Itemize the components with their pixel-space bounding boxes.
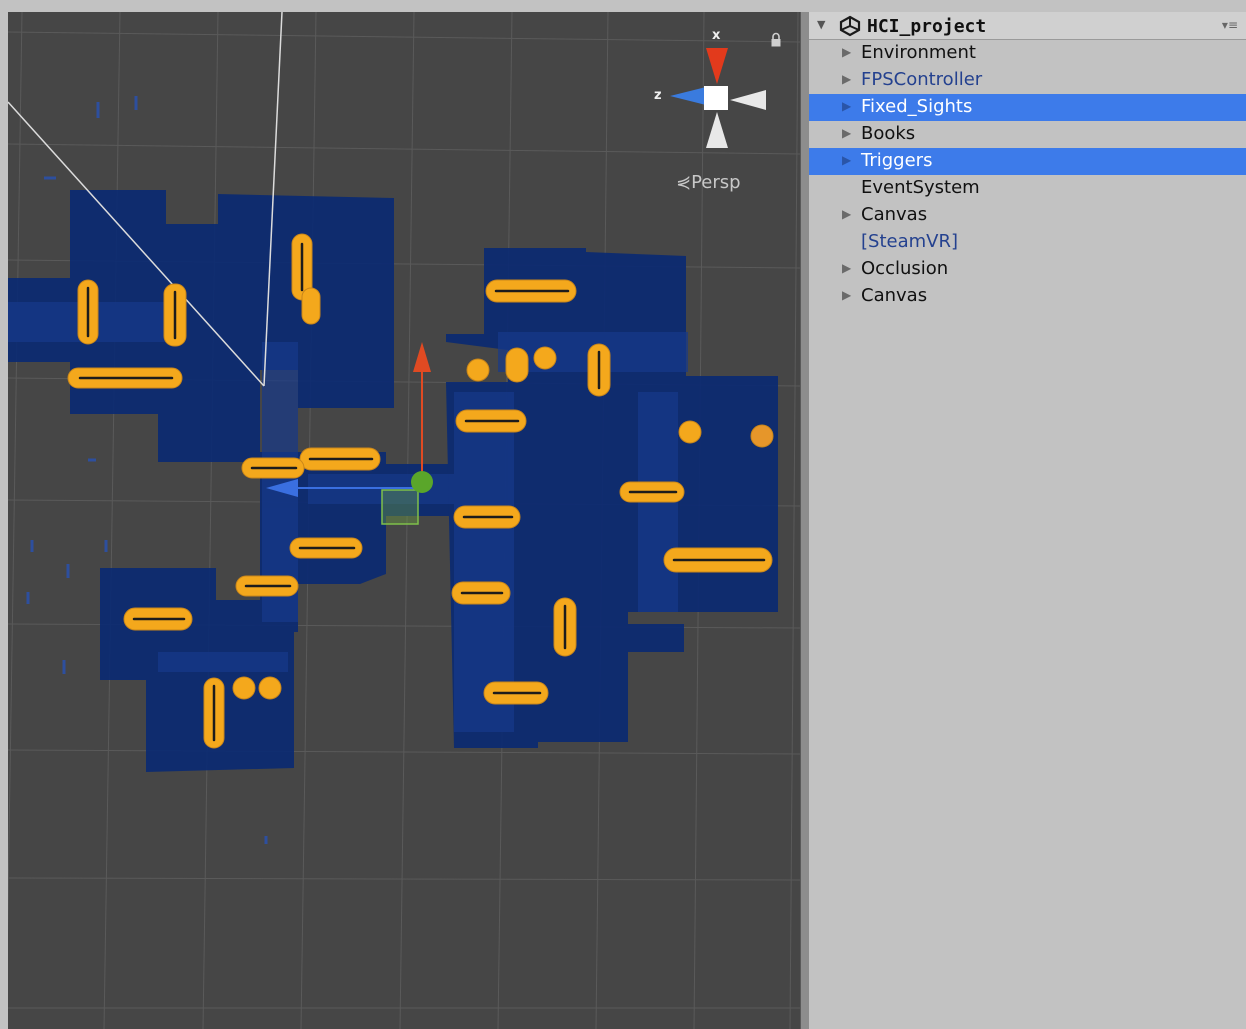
unity-scene-icon <box>839 15 861 37</box>
hierarchy-item-canvas-2[interactable]: ▶ Canvas <box>809 283 1246 310</box>
hierarchy-item-occlusion[interactable]: ▶ Occlusion <box>809 256 1246 283</box>
expand-arrow-icon[interactable]: ▶ <box>842 126 851 140</box>
scene-view[interactable]: x z ⋞Persp <box>8 12 800 1029</box>
hierarchy-item-label: [SteamVR] <box>861 231 958 252</box>
collapse-arrow-icon[interactable]: ▼ <box>817 18 825 31</box>
hierarchy-item-label: Canvas <box>861 285 928 306</box>
expand-arrow-icon[interactable]: ▶ <box>842 261 851 275</box>
hierarchy-item-label: EventSystem <box>861 177 980 198</box>
perspective-icon: ⋞ <box>676 172 692 193</box>
expand-arrow-icon[interactable]: ▶ <box>842 45 851 59</box>
hierarchy-item-label: Fixed_Sights <box>861 96 973 117</box>
hierarchy-item-label: Occlusion <box>861 258 949 279</box>
scene-title: HCI_project <box>867 16 987 37</box>
view-mode-toggle[interactable]: ⋞Persp <box>676 172 741 193</box>
view-mode-label: Persp <box>691 172 741 193</box>
expand-arrow-icon[interactable]: ▶ <box>842 99 851 113</box>
scene-root-row[interactable]: ▼ HCI_project ▾≡ <box>809 12 1246 40</box>
hierarchy-item-eventsystem[interactable]: EventSystem <box>809 175 1246 202</box>
hierarchy-item-label: FPSController <box>861 69 983 90</box>
hierarchy-item-label: Canvas <box>861 204 928 225</box>
hierarchy-panel: ▼ HCI_project ▾≡ ▶ Environment ▶ FPSCont… <box>809 12 1246 1029</box>
scene-canvas[interactable] <box>8 12 800 1029</box>
hierarchy-item-triggers[interactable]: ▶ Triggers <box>809 148 1246 175</box>
hierarchy-item-label: Triggers <box>861 150 933 171</box>
hierarchy-item-environment[interactable]: ▶ Environment <box>809 40 1246 67</box>
panel-menu-icon[interactable]: ▾≡ <box>1222 18 1238 32</box>
lock-icon[interactable] <box>770 32 782 48</box>
hierarchy-item-label: Environment <box>861 42 976 63</box>
expand-arrow-icon[interactable]: ▶ <box>842 288 851 302</box>
hierarchy-item-fixed-sights[interactable]: ▶ Fixed_Sights <box>809 94 1246 121</box>
hierarchy-item-fpscontroller[interactable]: ▶ FPSController <box>809 67 1246 94</box>
hierarchy-item-label: Books <box>861 123 916 144</box>
hierarchy-item-steamvr[interactable]: [SteamVR] <box>809 229 1246 256</box>
expand-arrow-icon[interactable]: ▶ <box>842 72 851 86</box>
expand-arrow-icon[interactable]: ▶ <box>842 153 851 167</box>
axis-z-label: z <box>654 88 662 103</box>
hierarchy-item-books[interactable]: ▶ Books <box>809 121 1246 148</box>
axis-x-label: x <box>712 28 721 43</box>
hierarchy-item-canvas[interactable]: ▶ Canvas <box>809 202 1246 229</box>
expand-arrow-icon[interactable]: ▶ <box>842 207 851 221</box>
orientation-gizmo[interactable] <box>670 48 766 148</box>
panel-splitter[interactable] <box>800 12 809 1029</box>
